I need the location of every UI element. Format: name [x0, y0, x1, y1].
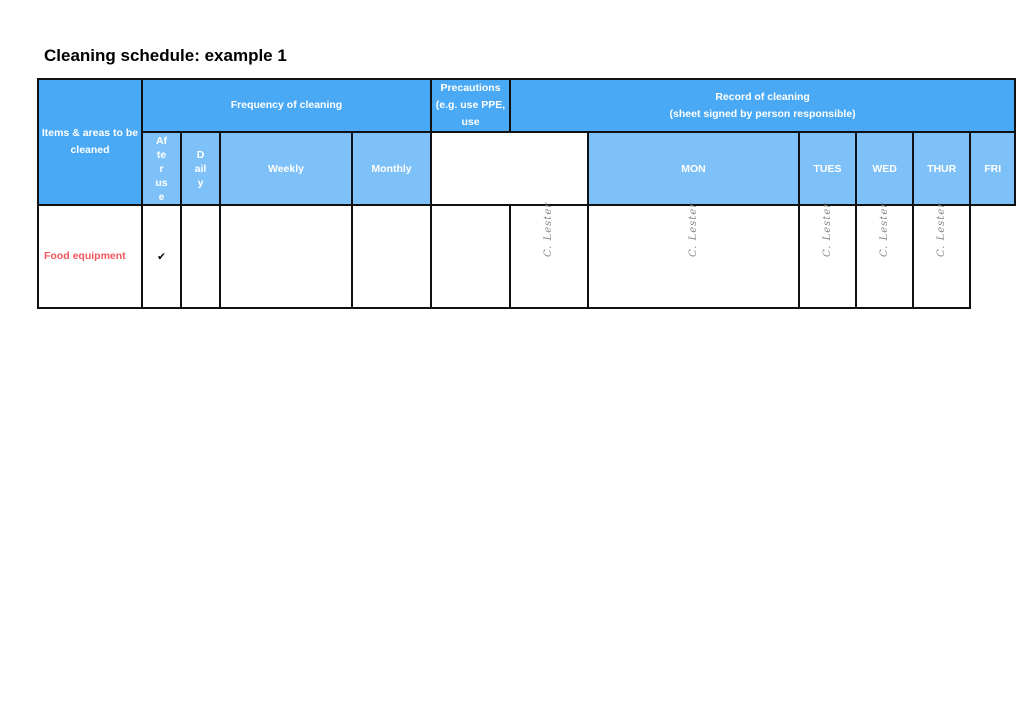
- header-tues: TUES: [797, 131, 858, 206]
- cleaning-schedule-table: Items & areas to be cleaned Frequency of…: [37, 78, 1017, 309]
- header-after-use: Af te r us e: [141, 131, 182, 206]
- header-daily: Dail y: [180, 131, 221, 206]
- header-thur: THUR: [912, 131, 972, 206]
- after-use-tick: ✔: [141, 204, 182, 309]
- daily-cell: [180, 204, 221, 309]
- signature-wed: C. Lester: [797, 202, 858, 309]
- monthly-cell: [351, 204, 432, 309]
- signature-mon: C. Lester: [509, 202, 589, 309]
- header-fri: FRI: [969, 131, 1017, 206]
- blank-cell: [430, 204, 511, 309]
- signature-thur: C. Lester: [855, 202, 915, 309]
- header-record: Record of cleaning (sheet signed by pers…: [508, 78, 1017, 133]
- header-mon: MON: [587, 131, 800, 206]
- record-title: Record of cleaning: [715, 90, 810, 103]
- header-precautions: Precautions (e.g. use PPE, use: [430, 78, 511, 133]
- table-row: Food equipment ✔ scrape and rinse to rem…: [37, 202, 1015, 309]
- signature-fri: C. Lester: [912, 202, 972, 309]
- header-frequency: Frequency of cleaning: [141, 78, 432, 133]
- header-weekly: Weekly: [219, 131, 353, 206]
- record-subtitle: (sheet signed by person responsible): [669, 107, 856, 120]
- weekly-cell: [219, 204, 353, 309]
- header-monthly: Monthly: [351, 131, 432, 206]
- header-items: Items & areas to be cleaned: [37, 78, 143, 206]
- header-blank: [430, 131, 589, 206]
- header-wed: WED: [855, 131, 915, 206]
- page-title: Cleaning schedule: example 1: [44, 46, 287, 65]
- item-label: Food equipment: [37, 204, 143, 309]
- signature-tues: C. Lester: [587, 202, 800, 309]
